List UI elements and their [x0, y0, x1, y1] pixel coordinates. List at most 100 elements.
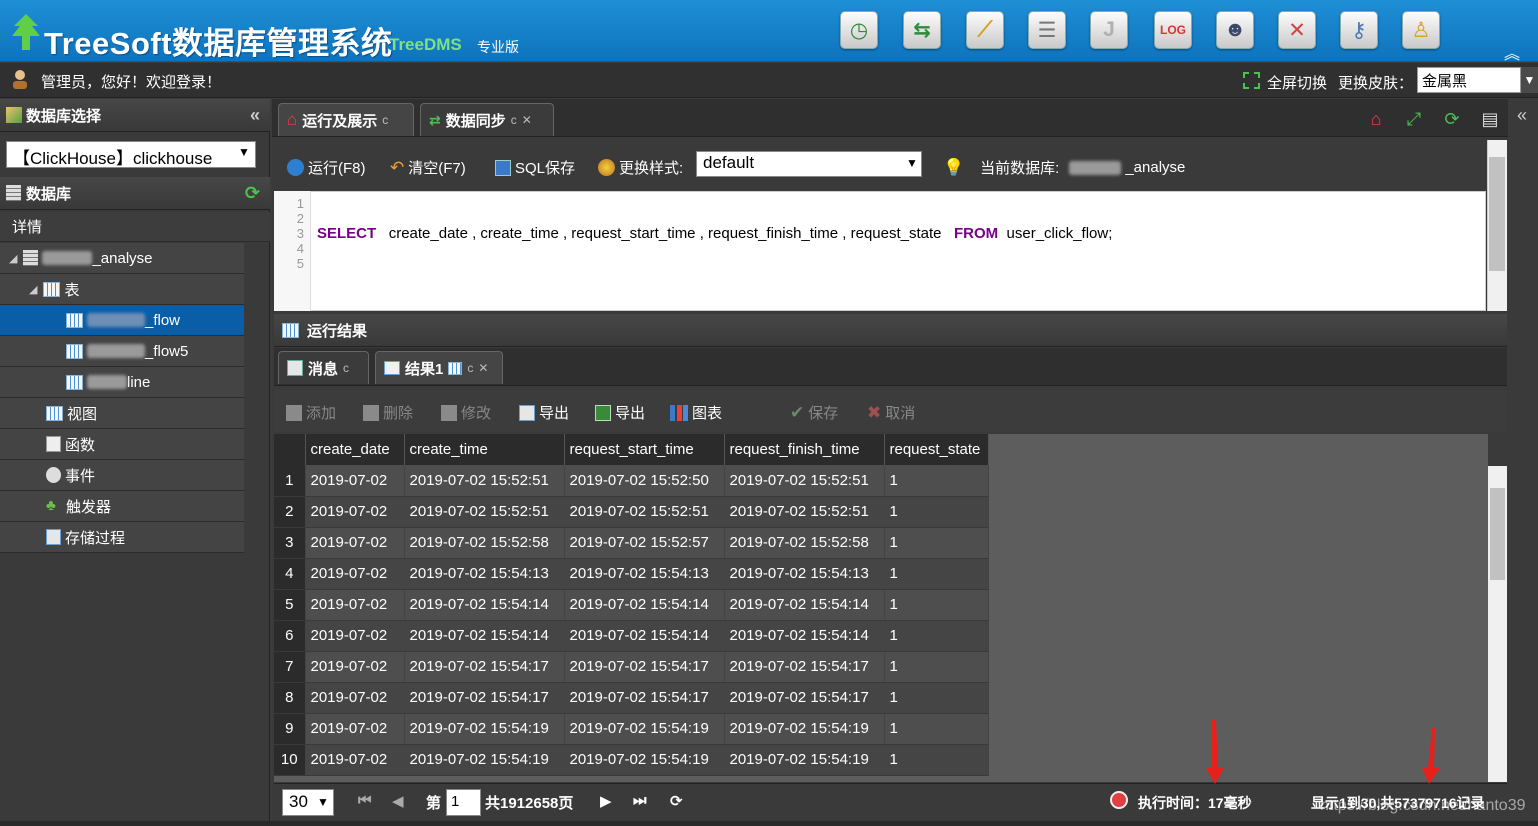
fullscreen-icon[interactable] — [1242, 71, 1261, 90]
chart-button[interactable]: 图表 — [670, 402, 722, 423]
tree-table-item[interactable]: line — [0, 367, 244, 398]
java-icon[interactable]: J — [1090, 11, 1128, 49]
table-cell[interactable]: 1 — [884, 744, 989, 776]
expand-icon[interactable]: ◢ — [9, 252, 17, 265]
table-cell[interactable]: 2019-07-02 — [305, 744, 405, 776]
cancel-button[interactable]: ✖ 取消 — [867, 402, 915, 423]
sql-code-line[interactable]: SELECT create_date , create_time , reque… — [317, 225, 1112, 242]
collapse-right-icon[interactable]: « — [1517, 105, 1527, 126]
tab-run-display[interactable]: ⌂ 运行及展示 c — [278, 103, 414, 136]
delete-button[interactable]: 删除 — [363, 402, 413, 423]
table-cell[interactable]: 2019-07-02 15:52:51 — [724, 465, 885, 497]
tree-table-item[interactable]: _flow — [0, 305, 244, 336]
table-cell[interactable]: 2019-07-02 15:54:17 — [724, 682, 885, 714]
edit-button[interactable]: 修改 — [441, 402, 491, 423]
table-cell[interactable]: 2019-07-02 15:54:19 — [564, 713, 725, 745]
table-row[interactable]: 9 2019-07-02 2019-07-02 15:54:19 2019-07-02… — [274, 713, 989, 745]
tools-icon[interactable]: ✕ — [1278, 11, 1316, 49]
editor-scroll-thumb[interactable] — [1489, 157, 1505, 271]
clock-icon[interactable]: ◷ — [840, 11, 878, 49]
table-cell[interactable]: 2019-07-02 15:54:19 — [564, 744, 725, 776]
table-cell[interactable]: 2019-07-02 — [305, 620, 405, 652]
db-select[interactable]: 【ClickHouse】clickhouse — [6, 141, 256, 168]
table-cell[interactable]: 1 — [884, 682, 989, 714]
table-cell[interactable]: 2019-07-02 15:54:14 — [724, 620, 885, 652]
refresh-icon[interactable]: c — [511, 113, 517, 127]
collapse-left-icon[interactable]: « — [250, 105, 260, 126]
table-cell[interactable]: 1 — [884, 496, 989, 528]
table-cell[interactable]: 2019-07-02 15:52:58 — [404, 527, 565, 559]
style-select[interactable]: default — [696, 151, 922, 177]
table-row[interactable]: 2 2019-07-02 2019-07-02 15:52:51 2019-07-02… — [274, 496, 989, 528]
table-cell[interactable]: 2019-07-02 15:52:51 — [724, 496, 885, 528]
column-header[interactable]: create_date — [305, 434, 405, 465]
table-cell[interactable]: 2019-07-02 15:54:14 — [404, 589, 565, 621]
table-cell[interactable]: 2019-07-02 15:54:19 — [724, 744, 885, 776]
table-cell[interactable]: 1 — [884, 620, 989, 652]
table-cell[interactable]: 2019-07-02 — [305, 682, 405, 714]
table-cell[interactable]: 1 — [884, 527, 989, 559]
table-cell[interactable]: 2019-07-02 — [305, 589, 405, 621]
database-icon[interactable]: ☰ — [1028, 11, 1066, 49]
table-cell[interactable]: 2019-07-02 15:52:57 — [564, 527, 725, 559]
last-page-icon[interactable]: ⏭ — [633, 792, 647, 809]
table-cell[interactable]: 2019-07-02 15:54:19 — [404, 744, 565, 776]
table-cell[interactable]: 2019-07-02 15:54:17 — [404, 682, 565, 714]
sql-editor[interactable] — [274, 191, 1486, 311]
table-cell[interactable]: 2019-07-02 15:54:14 — [404, 620, 565, 652]
grid-scroll-thumb[interactable] — [1490, 488, 1505, 580]
reload-icon[interactable]: ⟳ — [670, 792, 683, 810]
person-icon[interactable]: ♙ — [1402, 11, 1440, 49]
tab-messages[interactable]: 消息 c — [278, 351, 369, 384]
save-button[interactable]: ✔ 保存 — [790, 402, 838, 423]
table-cell[interactable]: 2019-07-02 15:54:13 — [724, 558, 885, 590]
table-cell[interactable]: 2019-07-02 — [305, 713, 405, 745]
chevron-down-icon[interactable]: ▼ — [906, 156, 918, 170]
tree-procedures-node[interactable]: 存储过程 — [0, 522, 244, 553]
table-cell[interactable]: 2019-07-02 15:54:19 — [404, 713, 565, 745]
sql-save-button[interactable]: SQL保存 — [495, 157, 575, 178]
skin-select[interactable]: 金属黑 — [1417, 67, 1521, 93]
prev-page-icon[interactable]: ◀ — [392, 792, 404, 810]
refresh-icon[interactable]: c — [343, 361, 349, 375]
table-cell[interactable]: 2019-07-02 15:52:50 — [564, 465, 725, 497]
table-row[interactable]: 3 2019-07-02 2019-07-02 15:52:58 2019-07-02… — [274, 527, 989, 559]
table-cell[interactable]: 1 — [884, 651, 989, 683]
table-row[interactable]: 6 2019-07-02 2019-07-02 15:54:14 2019-07-02… — [274, 620, 989, 652]
tab-data-sync[interactable]: ⇄ 数据同步 c ✕ — [420, 103, 554, 136]
table-row[interactable]: 8 2019-07-02 2019-07-02 15:54:17 2019-07-02… — [274, 682, 989, 714]
table-cell[interactable]: 2019-07-02 15:54:14 — [564, 589, 725, 621]
clear-button[interactable]: ↶ 清空(F7) — [390, 157, 466, 178]
tree-views-node[interactable]: 视图 — [0, 398, 244, 429]
table-cell[interactable]: 1 — [884, 558, 989, 590]
table-cell[interactable]: 2019-07-02 — [305, 527, 405, 559]
fullscreen-icon[interactable]: ⤢ — [1402, 108, 1426, 130]
table-cell[interactable]: 2019-07-02 15:54:13 — [564, 558, 725, 590]
home-icon[interactable]: ⌂ — [1364, 108, 1388, 130]
table-row[interactable]: 4 2019-07-02 2019-07-02 15:54:13 2019-07-02… — [274, 558, 989, 590]
table-cell[interactable]: 1 — [884, 713, 989, 745]
tab-result1[interactable]: 结果1 c ✕ — [375, 351, 503, 384]
table-cell[interactable]: 2019-07-02 15:54:17 — [564, 682, 725, 714]
chevron-down-icon[interactable]: ▼ — [238, 145, 250, 159]
column-header[interactable]: request_finish_time — [724, 434, 885, 465]
table-cell[interactable]: 2019-07-02 15:54:17 — [404, 651, 565, 683]
table-cell[interactable]: 2019-07-02 15:54:14 — [564, 620, 725, 652]
export-excel-button[interactable]: 导出 — [595, 402, 645, 423]
column-header[interactable]: create_time — [404, 434, 565, 465]
table-cell[interactable]: 2019-07-02 15:54:17 — [724, 651, 885, 683]
add-button[interactable]: 添加 — [286, 402, 336, 423]
tree-functions-node[interactable]: 函数 — [0, 429, 244, 460]
table-row[interactable]: 10 2019-07-02 2019-07-02 15:54:19 2019-07-0… — [274, 744, 989, 776]
table-cell[interactable]: 2019-07-02 15:52:51 — [564, 496, 725, 528]
table-cell[interactable]: 2019-07-02 — [305, 558, 405, 590]
chevron-down-icon[interactable]: ▼ — [317, 795, 329, 809]
sync-arrows-icon[interactable]: ⇆ — [903, 11, 941, 49]
close-icon[interactable]: ✕ — [478, 361, 488, 375]
chevron-down-icon[interactable]: ▼ — [1521, 67, 1538, 93]
table-cell[interactable]: 2019-07-02 15:54:14 — [724, 589, 885, 621]
tree-events-node[interactable]: 事件 — [0, 460, 244, 491]
log-icon[interactable]: LOG — [1154, 11, 1192, 49]
table-cell[interactable]: 2019-07-02 15:52:51 — [404, 496, 565, 528]
user-icon[interactable]: ☻ — [1216, 11, 1254, 49]
